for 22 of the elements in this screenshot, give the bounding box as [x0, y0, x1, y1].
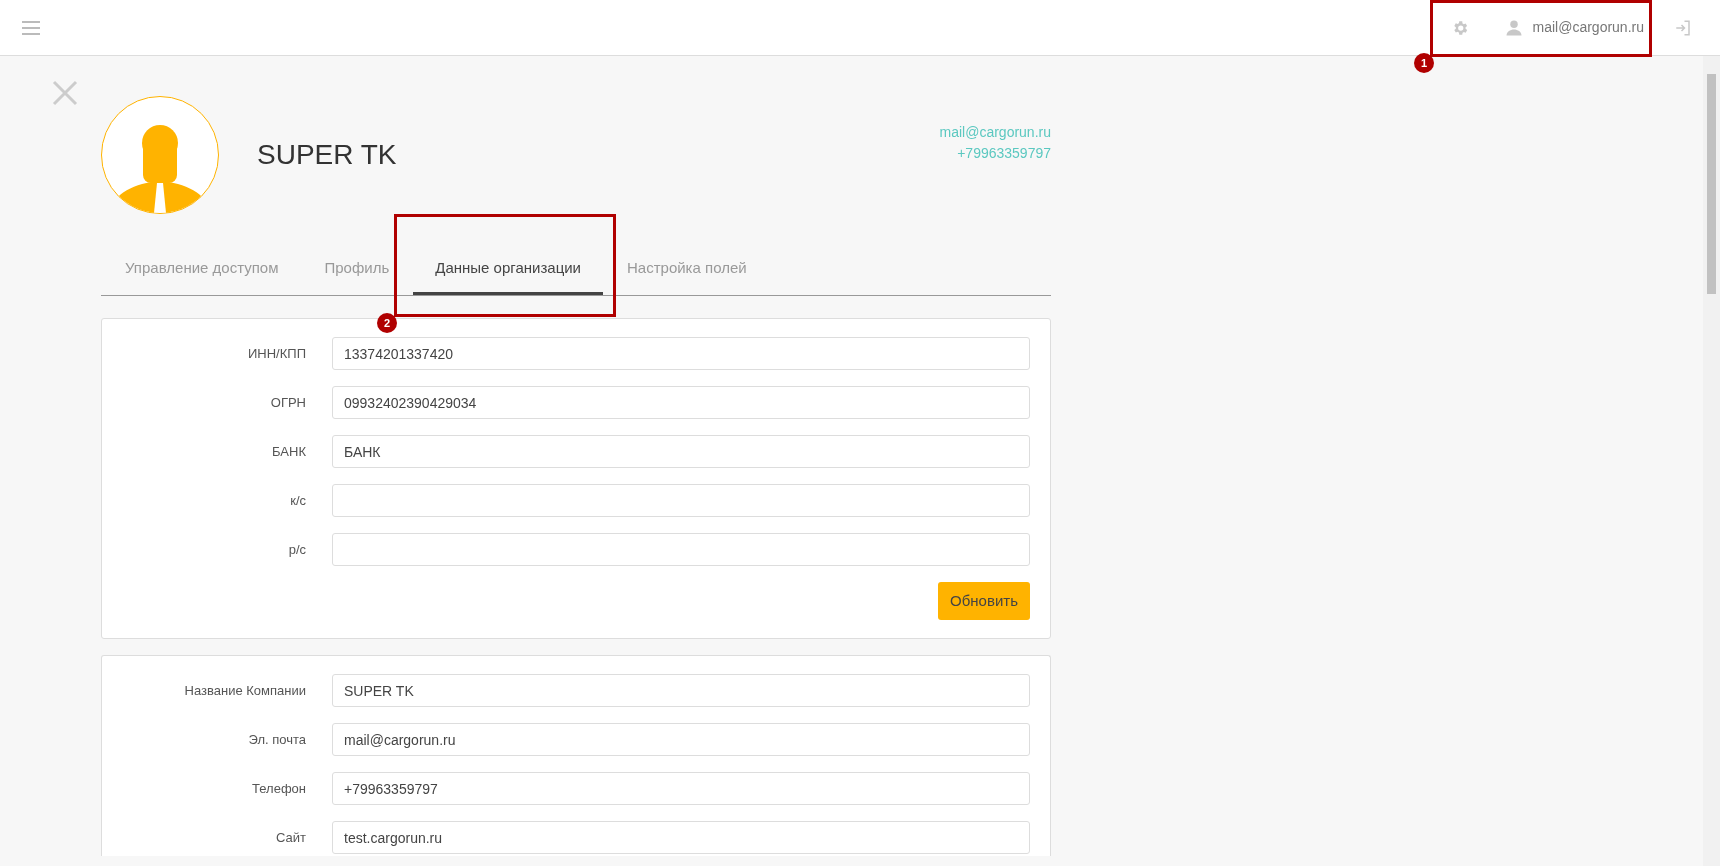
input-field[interactable]: БАНК	[332, 435, 1030, 468]
user-email-link[interactable]: mail@cargorun.ru	[1532, 17, 1644, 38]
field-label: БАНК	[271, 442, 307, 461]
input-field[interactable]: +79963359797	[332, 772, 1030, 805]
field-label: к/с	[289, 491, 307, 510]
input-field[interactable]: mail@cargorun.ru	[332, 723, 1030, 756]
company-name: SUPER TK	[257, 138, 398, 172]
field-label: ИНН/КПП	[247, 344, 307, 363]
number-badge: 1	[1414, 53, 1434, 73]
input-field[interactable]: SUPER TK	[332, 674, 1030, 707]
field-label: Сайт	[275, 828, 307, 847]
input-field[interactable]: test.cargorun.ru	[332, 821, 1030, 854]
input-field[interactable]: 09932402390429034	[332, 386, 1030, 419]
tab[interactable]: Данные организации	[413, 245, 603, 295]
input-field[interactable]: 13374201337420	[332, 337, 1030, 370]
field-label: ОГРН	[269, 393, 307, 412]
field-label: Телефон	[251, 779, 307, 798]
field-label: р/с	[287, 540, 307, 559]
field-label: Эл. почта	[247, 730, 307, 749]
field-label: Название Компании	[183, 681, 307, 700]
number-badge: 2	[377, 313, 397, 333]
update-button[interactable]: Обновить	[938, 582, 1030, 620]
